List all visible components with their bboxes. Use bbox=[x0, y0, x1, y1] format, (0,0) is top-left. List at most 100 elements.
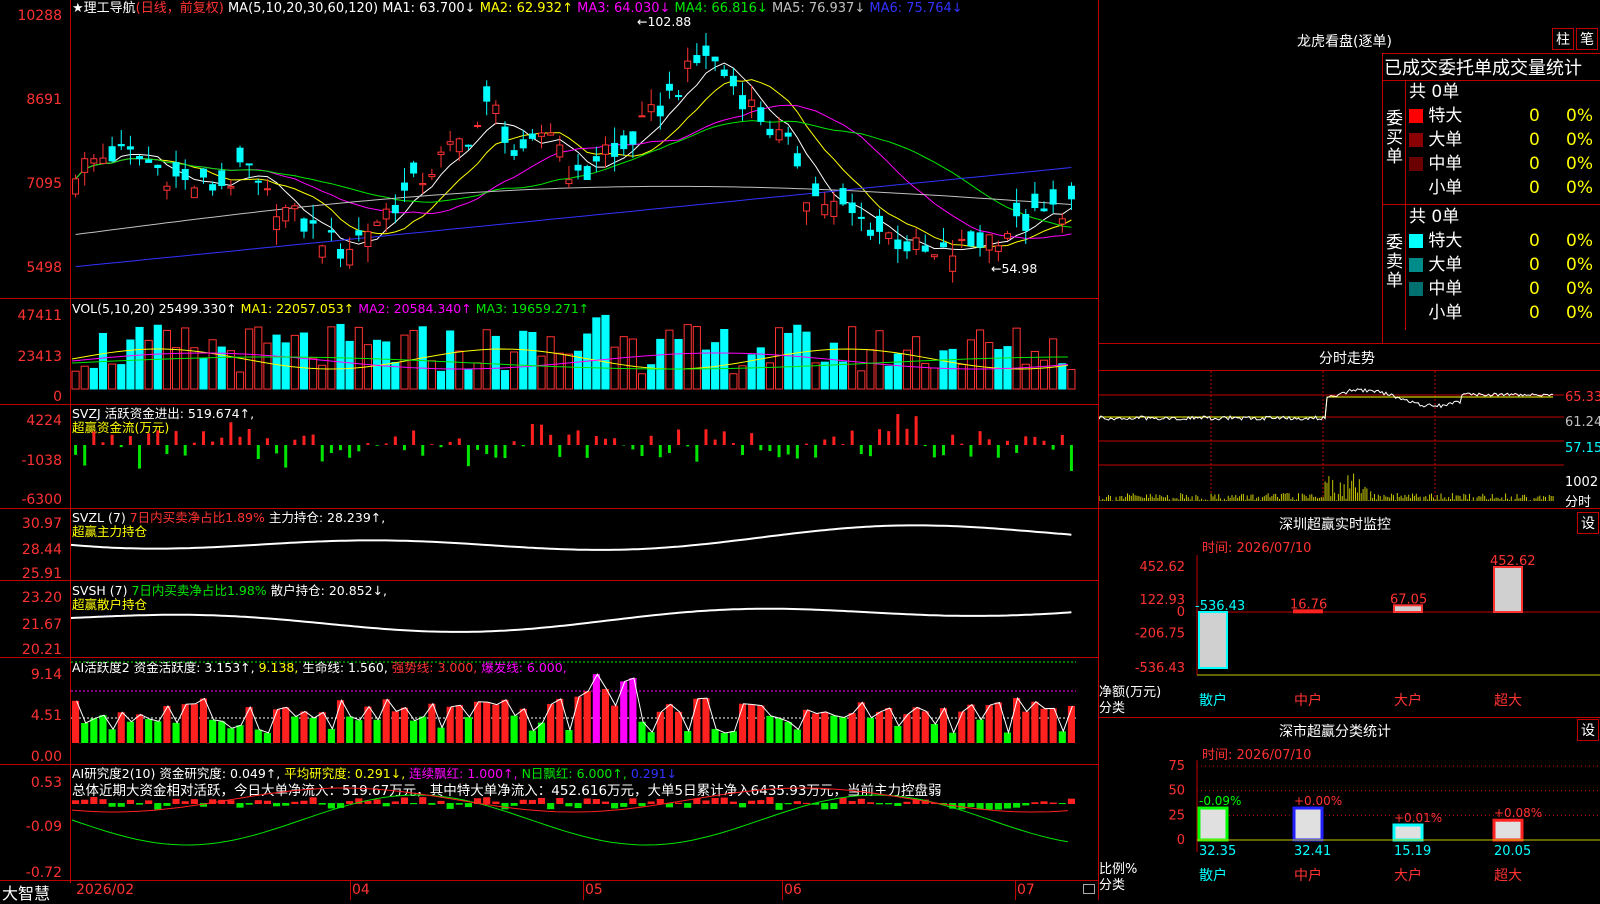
candle-body bbox=[985, 234, 993, 251]
candle-body bbox=[994, 245, 1002, 252]
activity-bar bbox=[309, 717, 317, 743]
activity-bar bbox=[81, 723, 89, 743]
candle-body bbox=[199, 168, 207, 178]
volume-bar bbox=[345, 340, 354, 390]
research-bar bbox=[1003, 803, 1012, 809]
ai-research-chart[interactable] bbox=[71, 765, 1098, 880]
volume-chart[interactable] bbox=[71, 299, 1098, 404]
monitor-y-tick: 452.62 bbox=[1140, 560, 1186, 575]
candle-body bbox=[172, 162, 180, 177]
price-tick-4: 5498 bbox=[26, 260, 62, 276]
research-bar bbox=[702, 800, 710, 804]
activity-bar bbox=[400, 707, 409, 743]
main-holding-chart[interactable] bbox=[71, 509, 1098, 580]
activity-bar bbox=[720, 732, 728, 743]
research-bar bbox=[711, 797, 719, 804]
research-bar bbox=[419, 797, 427, 804]
volume-bar bbox=[592, 317, 601, 390]
candle-body bbox=[866, 229, 874, 236]
svzl-tick-3: 25.91 bbox=[21, 566, 62, 582]
candle-body bbox=[318, 245, 326, 258]
retail-holding-chart[interactable] bbox=[71, 581, 1098, 657]
x-axis-label-1: 2026/02 bbox=[76, 882, 135, 898]
price-tick-3: 7095 bbox=[26, 176, 62, 192]
activity-bar bbox=[592, 674, 600, 743]
monitor-chart[interactable]: 452.62122.930-206.75-536.43-536.43散户16.7… bbox=[1099, 555, 1600, 715]
intraday-tick-2: 61.24 bbox=[1565, 415, 1600, 430]
bottom-brand: 大智慧 bbox=[2, 884, 51, 903]
volume-bar bbox=[564, 353, 574, 390]
research-bar bbox=[391, 801, 399, 804]
volume-bar bbox=[510, 351, 519, 390]
candle-body bbox=[656, 105, 664, 117]
research-bar bbox=[282, 803, 290, 806]
x-axis-label-4: 06 bbox=[784, 882, 802, 898]
activity-bar bbox=[135, 714, 144, 743]
classify-bar-2 bbox=[1392, 823, 1424, 842]
research-bar bbox=[163, 803, 171, 806]
candle-body bbox=[364, 231, 372, 248]
intraday-chart[interactable] bbox=[1099, 371, 1564, 506]
research-bar bbox=[245, 803, 253, 805]
volume-bar bbox=[162, 329, 172, 390]
research-bar bbox=[1022, 803, 1030, 806]
left-chart-area[interactable]: ★理工导航(日线，前复权) MA(5,10,20,30,60,120) MA1:… bbox=[0, 0, 1099, 903]
bar-view-button[interactable]: 柱 bbox=[1552, 28, 1574, 50]
sell-row-count: 0 bbox=[1529, 279, 1540, 299]
activity-bar bbox=[510, 715, 518, 743]
candle-body bbox=[81, 158, 89, 173]
color-swatch bbox=[1409, 109, 1423, 123]
candle-body bbox=[126, 146, 134, 150]
svzl-tick-2: 28.44 bbox=[21, 542, 62, 558]
volume-bar bbox=[966, 339, 976, 390]
volume-bar bbox=[811, 362, 820, 390]
research-bar bbox=[1049, 802, 1057, 804]
volume-bar bbox=[446, 330, 455, 390]
classify-chart[interactable]: 75 50 25 0 -0.09% 32.35 散户 +0.00% 32.41 中户 +0.01% 1… bbox=[1099, 760, 1600, 900]
research-bar bbox=[866, 802, 874, 804]
classify-title: 深市超赢分类统计 bbox=[1279, 724, 1391, 740]
monitor-value-label: 452.62 bbox=[1490, 555, 1536, 569]
low-price-note: ←54.98 bbox=[991, 261, 1038, 276]
volume-bar bbox=[199, 357, 208, 390]
activity-bar bbox=[318, 712, 326, 743]
volume-bar bbox=[491, 335, 500, 390]
candle-body bbox=[528, 133, 536, 139]
activity-bar bbox=[611, 705, 619, 743]
classify-value-label: 15.19 bbox=[1394, 844, 1431, 859]
volume-bar bbox=[208, 339, 217, 390]
volume-bar bbox=[537, 355, 546, 390]
activity-bar bbox=[885, 708, 893, 743]
tick-view-button[interactable]: 笔 bbox=[1576, 28, 1598, 50]
research-bar bbox=[154, 803, 162, 810]
fund-flow-chart[interactable] bbox=[71, 405, 1098, 508]
activity-bar bbox=[1049, 708, 1057, 743]
monitor-settings-button[interactable]: 设 bbox=[1577, 512, 1599, 534]
volume-bar bbox=[546, 336, 555, 390]
classify-value-label: 32.35 bbox=[1199, 844, 1236, 859]
dragon-header: 已成交委托单成交量统计 bbox=[1384, 58, 1582, 79]
candlestick-chart[interactable] bbox=[71, 14, 1098, 298]
ai-active-chart[interactable] bbox=[71, 658, 1098, 764]
research-bar bbox=[400, 797, 409, 804]
volume-bar bbox=[336, 323, 345, 390]
volume-bar bbox=[153, 324, 162, 390]
research-bar bbox=[848, 801, 856, 804]
volume-bar bbox=[464, 368, 473, 390]
activity-bar bbox=[1022, 711, 1030, 743]
activity-bar bbox=[346, 716, 354, 743]
candle-body bbox=[309, 220, 317, 224]
volume-bar bbox=[1067, 368, 1076, 390]
research-bar bbox=[565, 803, 573, 807]
candle-body bbox=[437, 151, 445, 155]
classify-settings-button[interactable]: 设 bbox=[1577, 719, 1599, 741]
candle-body bbox=[620, 135, 628, 150]
candle-body bbox=[1040, 208, 1048, 212]
research-bar bbox=[346, 801, 354, 804]
volume-bar bbox=[692, 326, 701, 390]
research-bar bbox=[738, 803, 747, 808]
candle-body bbox=[665, 83, 673, 91]
candle-body bbox=[921, 245, 929, 252]
volume-bar bbox=[884, 365, 893, 390]
lock-icon[interactable] bbox=[1083, 884, 1095, 894]
